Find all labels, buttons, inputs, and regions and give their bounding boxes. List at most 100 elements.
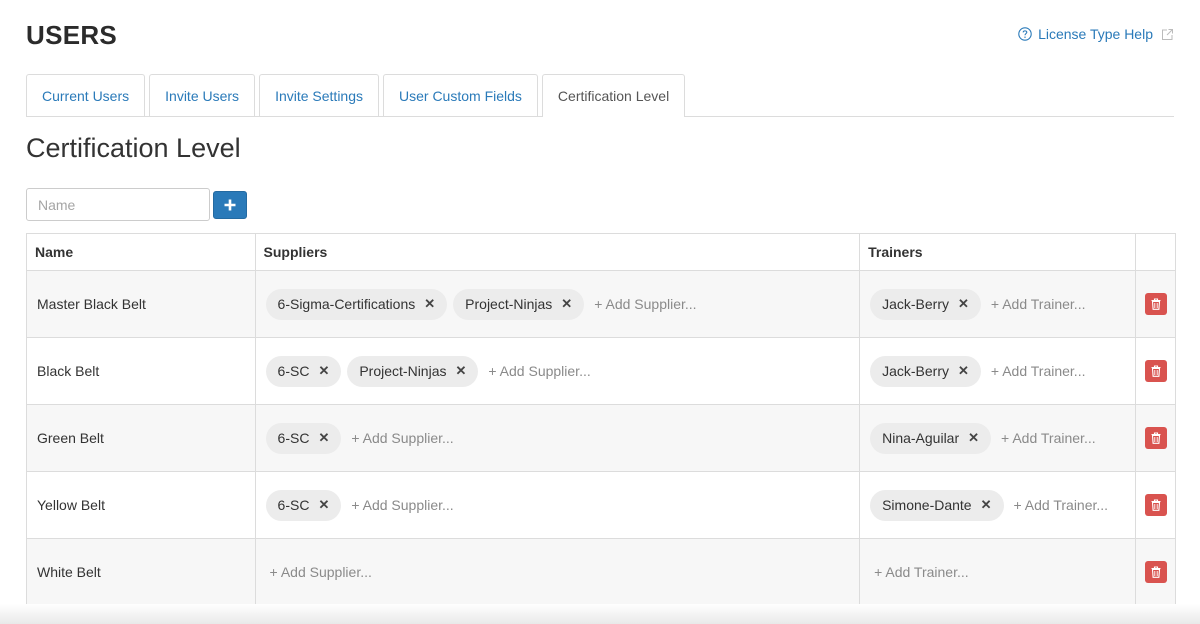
supplier-tag-label: 6-SC	[277, 497, 310, 513]
trainer-tag: Jack-Berry ✕	[870, 355, 981, 387]
table-row: Yellow Belt 6-SC ✕ + Add Supplier... Simone-…	[26, 471, 1176, 539]
trash-icon	[1151, 298, 1161, 310]
help-link-label: License Type Help	[1038, 26, 1153, 42]
trainers-cell: Jack-Berry ✕ + Add Trainer...	[859, 337, 1137, 405]
add-trainer-input[interactable]: + Add Trainer...	[1001, 430, 1096, 446]
trainer-tag-label: Simone-Dante	[882, 497, 972, 513]
remove-supplier-close-icon[interactable]: ✕	[561, 296, 572, 312]
supplier-tag-label: 6-SC	[277, 363, 310, 379]
tab-bar: Current Users Invite Users Invite Settin…	[26, 74, 1174, 117]
delete-level-button[interactable]	[1144, 360, 1167, 382]
actions-cell	[1135, 471, 1176, 539]
trash-icon	[1151, 432, 1161, 444]
trainers-cell: + Add Trainer...	[859, 538, 1137, 606]
supplier-tags: 6-SC ✕ + Add Supplier...	[265, 489, 852, 521]
remove-trainer-close-icon[interactable]: ✕	[958, 363, 969, 379]
table-row: Black Belt 6-SC ✕ Project-Ninjas ✕ + Add Supp…	[26, 337, 1176, 405]
trainer-tag-label: Jack-Berry	[882, 363, 949, 379]
trainer-tag: Simone-Dante ✕	[870, 489, 1004, 521]
suppliers-cell: 6-SC ✕ Project-Ninjas ✕ + Add Supplier...	[254, 337, 861, 405]
add-trainer-input[interactable]: + Add Trainer...	[1014, 497, 1109, 513]
supplier-tag: 6-SC ✕	[265, 489, 342, 521]
add-trainer-input[interactable]: + Add Trainer...	[991, 363, 1086, 379]
page-title: USERS	[26, 20, 118, 50]
add-supplier-input[interactable]: + Add Supplier...	[594, 296, 696, 312]
table-row: White Belt + Add Supplier... + Add Trainer…	[26, 538, 1176, 606]
delete-level-button[interactable]	[1144, 427, 1167, 449]
suppliers-cell: 6-SC ✕ + Add Supplier...	[254, 471, 861, 539]
tab-user-custom-fields[interactable]: User Custom Fields	[383, 74, 538, 116]
license-type-help-link[interactable]: License Type Help	[1018, 26, 1174, 42]
supplier-tags: 6-Sigma-Certifications ✕ Project-Ninjas ✕ + …	[265, 288, 852, 320]
trainer-tags: Jack-Berry ✕ + Add Trainer...	[870, 288, 1127, 320]
remove-trainer-close-icon[interactable]: ✕	[981, 497, 992, 513]
remove-supplier-close-icon[interactable]: ✕	[318, 363, 329, 379]
trainers-cell: Jack-Berry ✕ + Add Trainer...	[859, 270, 1137, 338]
level-name-cell: Yellow Belt	[26, 471, 256, 539]
actions-cell	[1135, 337, 1176, 405]
tab-certification-level[interactable]: Certification Level	[541, 74, 686, 117]
column-header-name: Name	[26, 233, 256, 271]
table-row: Master Black Belt 6-Sigma-Certifications ✕…	[26, 270, 1176, 338]
suppliers-cell: + Add Supplier...	[254, 538, 861, 606]
supplier-tags: 6-SC ✕ + Add Supplier...	[265, 422, 852, 454]
add-trainer-input[interactable]: + Add Trainer...	[874, 564, 969, 580]
trainers-cell: Simone-Dante ✕ + Add Trainer...	[859, 471, 1137, 539]
trainer-tags: Nina-Aguilar ✕ + Add Trainer...	[870, 422, 1127, 454]
supplier-tag-label: Project-Ninjas	[465, 296, 553, 312]
supplier-tag-label: 6-Sigma-Certifications	[277, 296, 416, 312]
level-name-input[interactable]	[26, 188, 210, 221]
trash-icon	[1151, 365, 1161, 377]
actions-cell	[1135, 270, 1176, 338]
add-supplier-input[interactable]: + Add Supplier...	[351, 430, 453, 446]
add-supplier-input[interactable]: + Add Supplier...	[488, 363, 590, 379]
section-title: Certification Level	[26, 133, 241, 163]
plus-icon	[224, 199, 236, 211]
trainer-tags: Jack-Berry ✕ + Add Trainer...	[870, 355, 1127, 387]
level-name-cell: White Belt	[26, 538, 256, 606]
delete-level-button[interactable]	[1144, 494, 1167, 516]
add-trainer-input[interactable]: + Add Trainer...	[991, 296, 1086, 312]
delete-level-button[interactable]	[1144, 293, 1167, 315]
trainer-tag-label: Jack-Berry	[882, 296, 949, 312]
remove-supplier-close-icon[interactable]: ✕	[424, 296, 435, 312]
level-name-cell: Green Belt	[26, 404, 256, 472]
add-supplier-input[interactable]: + Add Supplier...	[270, 564, 372, 580]
add-supplier-input[interactable]: + Add Supplier...	[351, 497, 453, 513]
remove-supplier-close-icon[interactable]: ✕	[455, 363, 466, 379]
add-level-button[interactable]	[213, 191, 247, 219]
trainer-tag: Nina-Aguilar ✕	[870, 422, 992, 454]
table-header-row: Name Suppliers Trainers	[26, 233, 1176, 271]
suppliers-cell: 6-Sigma-Certifications ✕ Project-Ninjas ✕ + …	[254, 270, 861, 338]
supplier-tags: + Add Supplier...	[266, 564, 852, 580]
trainers-cell: Nina-Aguilar ✕ + Add Trainer...	[859, 404, 1137, 472]
supplier-tag-label: 6-SC	[277, 430, 310, 446]
table-row: Green Belt 6-SC ✕ + Add Supplier... Nina-Agu…	[26, 404, 1176, 472]
supplier-tag: Project-Ninjas ✕	[453, 288, 585, 320]
actions-cell	[1135, 404, 1176, 472]
trainer-tags: Simone-Dante ✕ + Add Trainer...	[870, 489, 1127, 521]
column-header-actions	[1135, 233, 1176, 271]
column-header-suppliers: Suppliers	[254, 233, 861, 271]
remove-trainer-close-icon[interactable]: ✕	[958, 296, 969, 312]
trainer-tags: + Add Trainer...	[870, 564, 1127, 580]
tab-current-users[interactable]: Current Users	[26, 74, 146, 116]
external-link-icon	[1162, 28, 1173, 40]
trainer-tag: Jack-Berry ✕	[870, 288, 981, 320]
tab-invite-settings[interactable]: Invite Settings	[259, 74, 379, 116]
trainer-tag-label: Nina-Aguilar	[882, 430, 960, 446]
delete-level-button[interactable]	[1144, 561, 1167, 583]
suppliers-cell: 6-SC ✕ + Add Supplier...	[254, 404, 861, 472]
level-name-cell: Master Black Belt	[26, 270, 256, 338]
supplier-tag: 6-SC ✕	[265, 355, 342, 387]
supplier-tag-label: Project-Ninjas	[359, 363, 447, 379]
window-bottom-edge	[0, 604, 1200, 624]
trash-icon	[1151, 566, 1161, 578]
remove-trainer-close-icon[interactable]: ✕	[968, 430, 979, 446]
remove-supplier-close-icon[interactable]: ✕	[318, 497, 329, 513]
supplier-tag: 6-Sigma-Certifications ✕	[265, 288, 448, 320]
supplier-tag: 6-SC ✕	[265, 422, 342, 454]
tab-invite-users[interactable]: Invite Users	[149, 74, 256, 116]
question-circle-icon	[1018, 27, 1032, 41]
remove-supplier-close-icon[interactable]: ✕	[318, 430, 329, 446]
